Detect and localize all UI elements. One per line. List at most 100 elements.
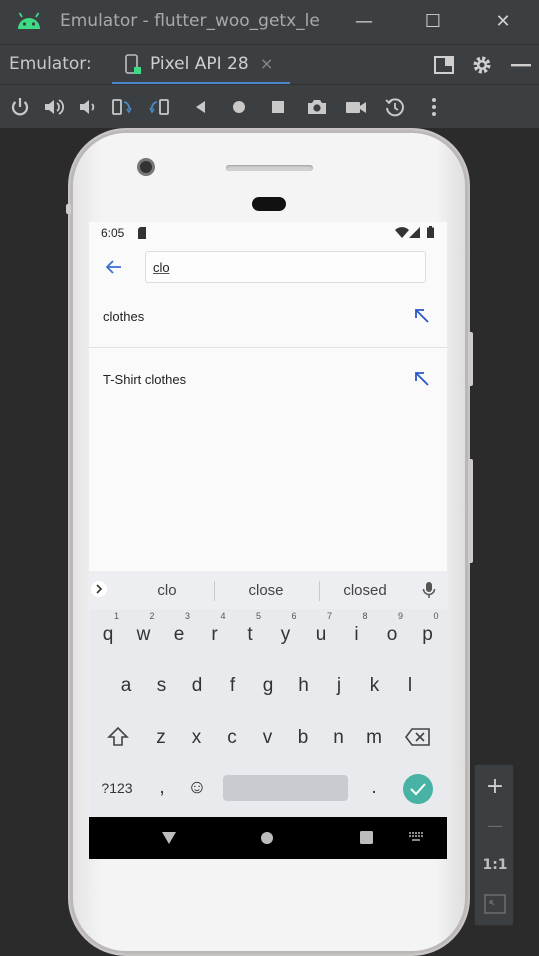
battery-icon (427, 226, 434, 238)
key-hint: 4 (220, 611, 226, 621)
more-icon[interactable] (423, 96, 445, 118)
key-d[interactable]: d (180, 665, 214, 707)
key-x[interactable]: x (180, 717, 214, 759)
north-west-arrow-icon[interactable] (413, 307, 431, 325)
device-volume-button[interactable] (468, 459, 473, 563)
screen-record-icon[interactable] (345, 96, 367, 118)
tab-label: Pixel API 28 (150, 54, 249, 74)
device-screen: 6:05 clothes T-Shirt clothes (89, 222, 447, 859)
microphone-icon[interactable] (422, 581, 436, 599)
key-r[interactable]: r4 (198, 611, 232, 656)
key-hint: 8 (362, 611, 368, 621)
volume-down-icon[interactable] (76, 96, 98, 118)
comma-key[interactable]: , (145, 767, 179, 809)
key-a[interactable]: a (109, 665, 143, 707)
minimize-button[interactable]: — (352, 10, 376, 34)
soft-keyboard: clo close closed q1w2e3r4t5y6u7i8o9p0 as… (89, 571, 447, 817)
power-icon[interactable] (9, 96, 31, 118)
fit-screen-icon[interactable] (484, 894, 506, 914)
nav-overview-icon[interactable] (360, 831, 373, 844)
back-icon[interactable] (190, 96, 212, 118)
back-arrow-icon[interactable] (103, 256, 125, 278)
key-q[interactable]: q1 (91, 611, 125, 656)
tab-close-icon[interactable]: × (260, 54, 273, 73)
backspace-icon[interactable] (405, 728, 431, 746)
key-v[interactable]: v (251, 717, 285, 759)
suggestion-label: clothes (103, 309, 145, 324)
key-z[interactable]: z (144, 717, 178, 759)
suggestion-item-t-shirt-clothes[interactable]: T-Shirt clothes (89, 349, 447, 411)
emoji-icon[interactable]: ☺ (180, 767, 214, 809)
key-p[interactable]: p0 (411, 611, 445, 656)
home-icon[interactable] (228, 96, 250, 118)
key-e[interactable]: e3 (162, 611, 196, 656)
key-i[interactable]: i8 (340, 611, 374, 656)
volume-up-icon[interactable] (42, 96, 64, 118)
device-power-button[interactable] (468, 332, 473, 386)
nav-keyboard-icon[interactable] (409, 832, 423, 842)
maximize-button[interactable]: ☐ (421, 10, 445, 34)
suggestion-item-clothes[interactable]: clothes (89, 286, 447, 348)
key-b[interactable]: b (286, 717, 320, 759)
key-m[interactable]: m (357, 717, 391, 759)
symbols-key[interactable]: ?123 (99, 767, 135, 809)
close-window-button[interactable]: ✕ (491, 10, 515, 34)
enter-key[interactable] (403, 774, 433, 804)
search-field[interactable] (145, 251, 426, 283)
actual-size-button[interactable]: 1:1 (475, 845, 515, 885)
key-n[interactable]: n (322, 717, 356, 759)
chevron-right-icon[interactable] (91, 581, 107, 597)
gear-icon[interactable] (470, 53, 494, 77)
key-l[interactable]: l (393, 665, 427, 707)
key-u[interactable]: u7 (304, 611, 338, 656)
keyboard-suggestion[interactable]: clo (117, 582, 217, 599)
camera-icon[interactable] (306, 96, 328, 118)
key-label: w (136, 624, 151, 645)
device-icon (125, 54, 141, 74)
key-hint: 7 (326, 611, 332, 621)
snapshot-icon[interactable] (384, 96, 406, 118)
key-label: e (173, 624, 185, 645)
search-input[interactable] (146, 252, 425, 282)
key-o[interactable]: o9 (375, 611, 409, 656)
key-k[interactable]: k (358, 665, 392, 707)
zoom-in-button[interactable]: + (475, 767, 515, 807)
keyboard-suggestion[interactable]: close (216, 582, 316, 599)
key-label: u (315, 624, 327, 645)
key-y[interactable]: y6 (269, 611, 303, 656)
status-bar: 6:05 (89, 222, 447, 244)
north-west-arrow-icon[interactable] (413, 370, 431, 388)
key-g[interactable]: g (251, 665, 285, 707)
key-t[interactable]: t5 (233, 611, 267, 656)
key-hint: 1 (113, 611, 119, 621)
emulator-tabbar: Emulator: Pixel API 28 × (0, 44, 539, 85)
check-icon (410, 783, 426, 796)
key-w[interactable]: w2 (127, 611, 161, 656)
key-s[interactable]: s (145, 665, 179, 707)
space-key[interactable] (223, 775, 348, 801)
shift-icon[interactable] (107, 726, 129, 748)
key-hint: 2 (149, 611, 155, 621)
key-c[interactable]: c (215, 717, 249, 759)
zoom-out-button[interactable]: — (475, 806, 515, 846)
window-titlebar: Emulator - flutter_woo_getx_le — ☐ ✕ (0, 0, 539, 44)
suggestion-label: T-Shirt clothes (103, 372, 187, 387)
nav-back-icon[interactable] (161, 831, 177, 845)
emulator-label: Emulator: (9, 54, 92, 74)
overview-icon[interactable] (267, 96, 289, 118)
tab-pixel-api-28[interactable]: Pixel API 28 × (112, 45, 290, 85)
hide-panel-icon[interactable] (509, 53, 533, 77)
layout-icon[interactable] (432, 53, 456, 77)
emulator-toolbar (0, 84, 539, 128)
key-f[interactable]: f (216, 665, 250, 707)
rotate-right-icon[interactable] (149, 96, 171, 118)
key-h[interactable]: h (287, 665, 321, 707)
period-key[interactable]: . (357, 767, 391, 809)
nav-home-icon[interactable] (260, 831, 274, 845)
speaker-grille (226, 165, 313, 171)
search-appbar (89, 244, 447, 292)
keyboard-suggestion[interactable]: closed (315, 582, 415, 599)
rotate-left-icon[interactable] (110, 96, 132, 118)
key-j[interactable]: j (322, 665, 356, 707)
key-label: o (386, 624, 398, 645)
